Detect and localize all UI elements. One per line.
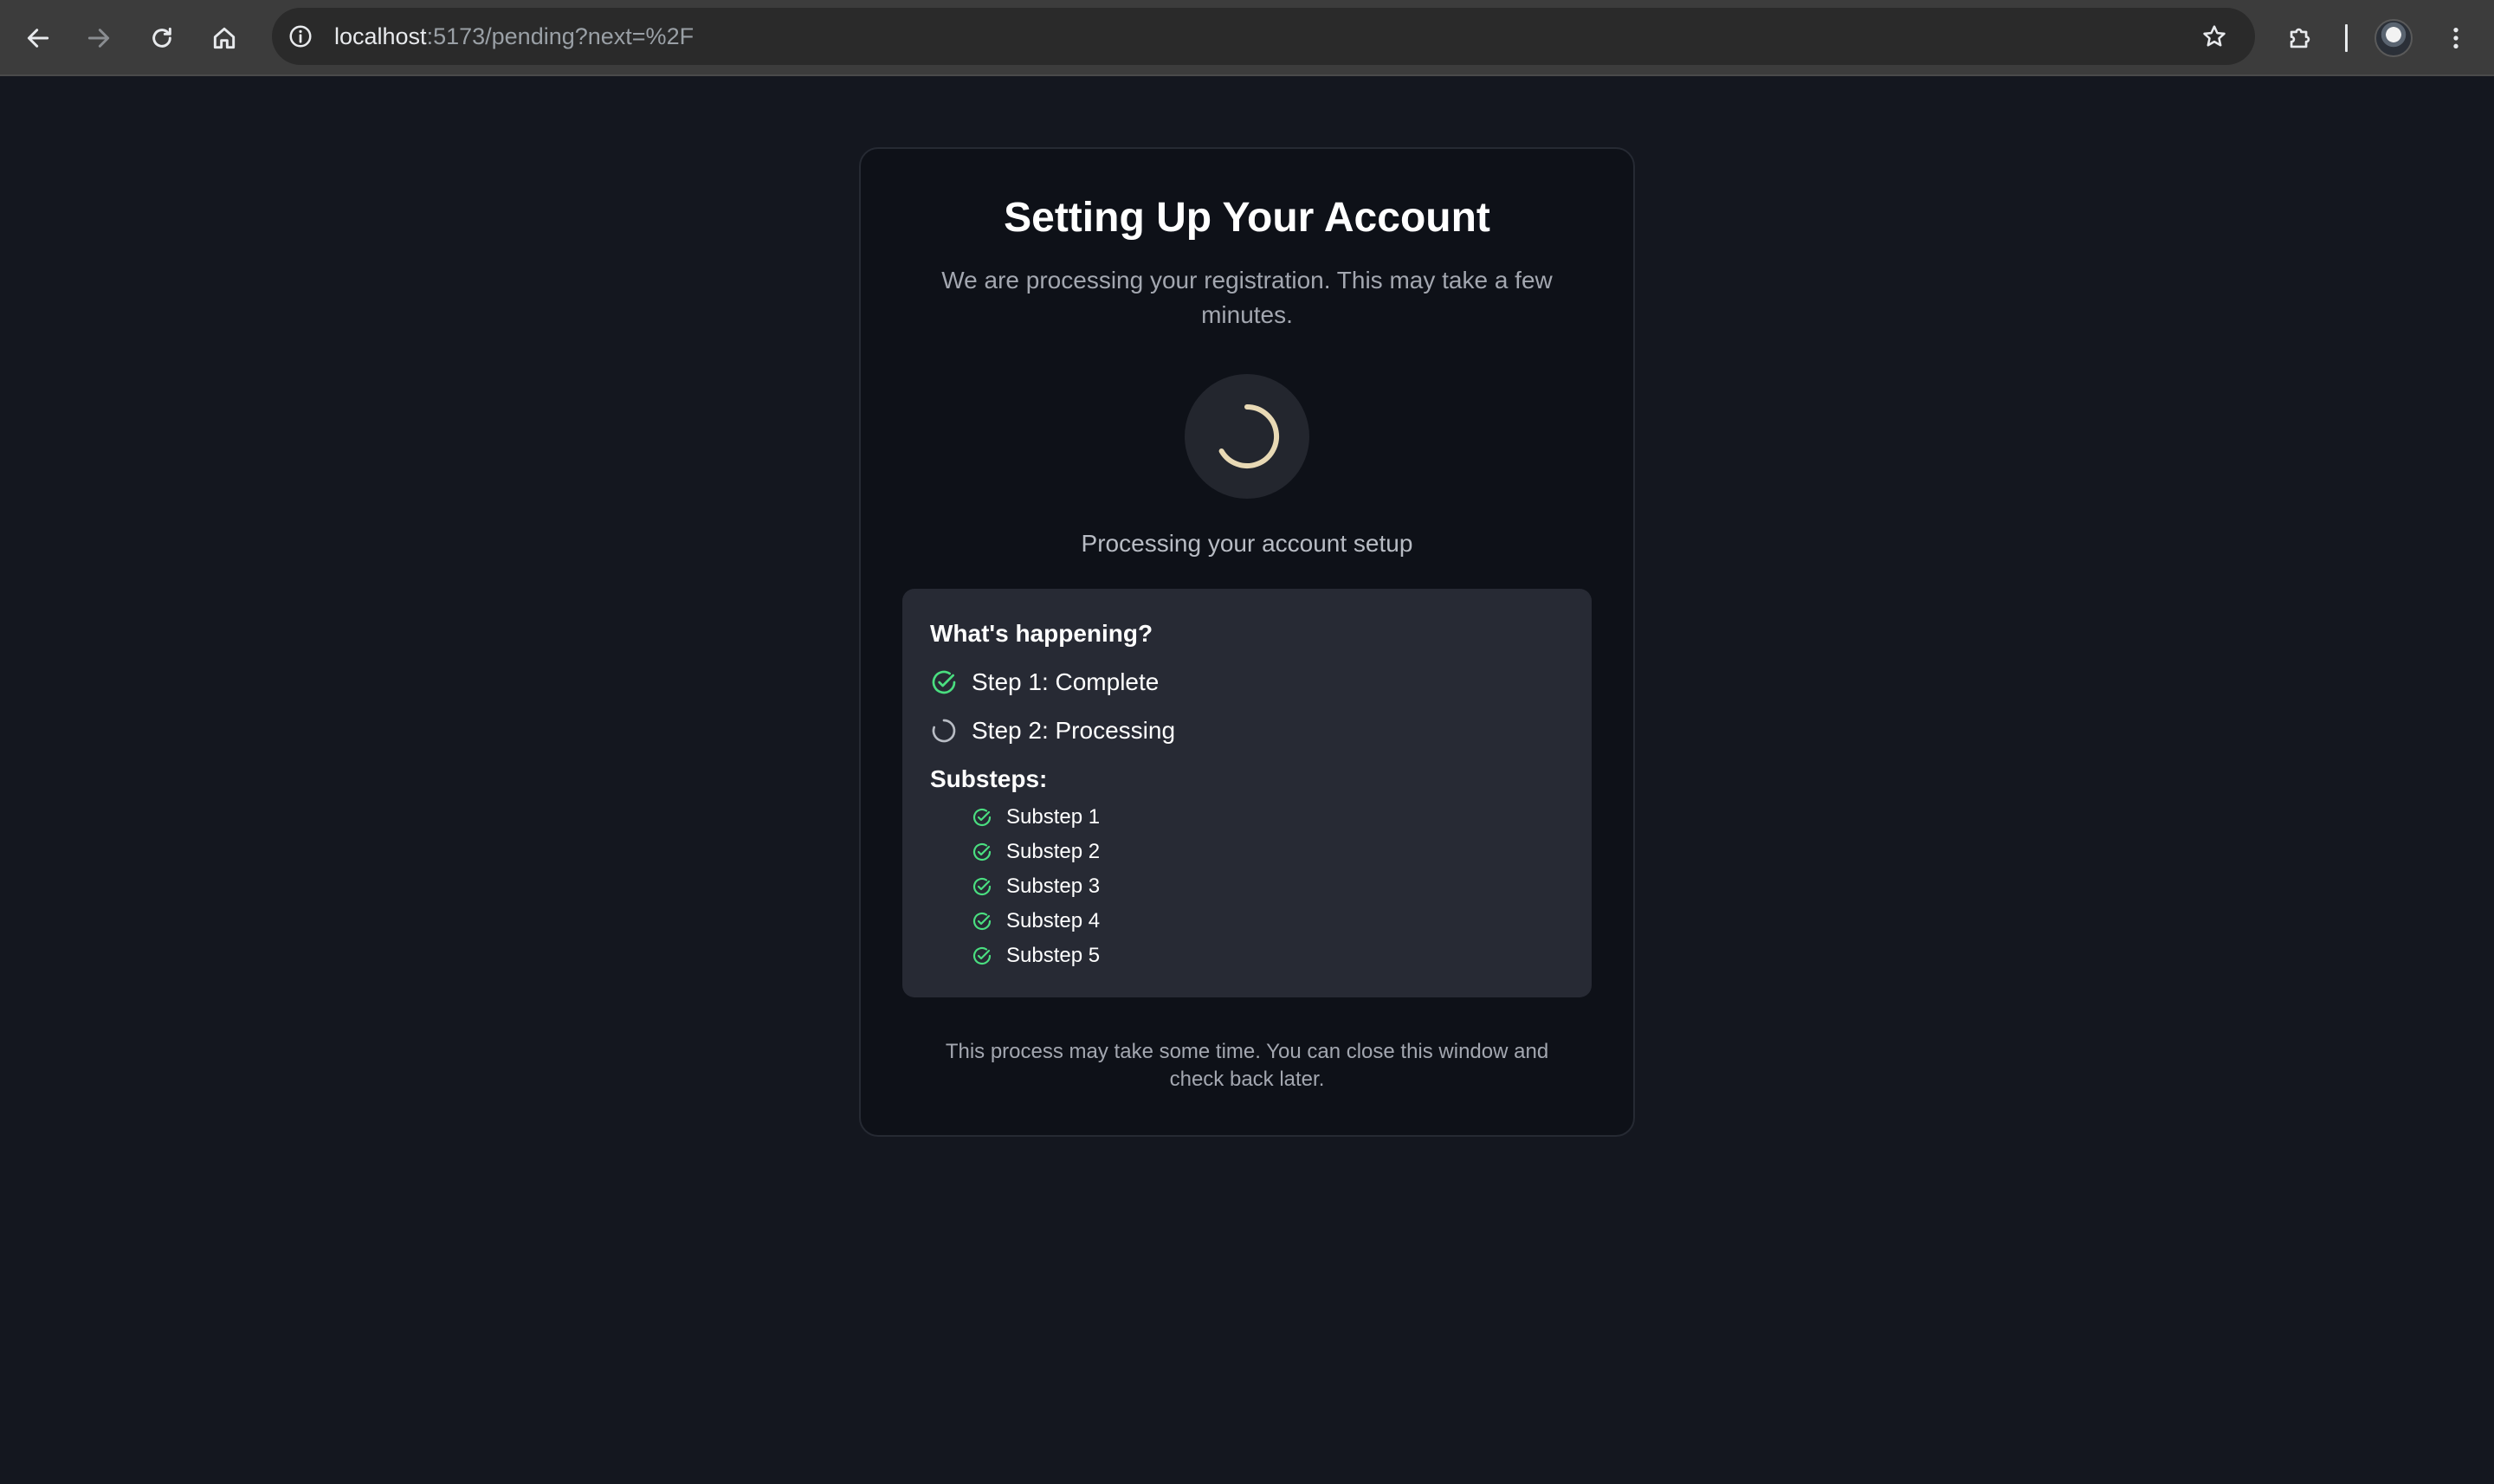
url-text[interactable]: localhost:5173/pending?next=%2F <box>334 8 694 65</box>
step-label: Step 1: Complete <box>972 668 1160 695</box>
kebab-menu-icon <box>2453 28 2458 48</box>
status-text: Processing your account setup <box>1081 530 1413 557</box>
page-title: Setting Up Your Account <box>1004 195 1490 241</box>
check-circle-icon <box>972 842 992 862</box>
back-button[interactable] <box>17 17 59 59</box>
substep-item: Substep 1 <box>972 803 1100 831</box>
arrow-right-icon <box>87 29 110 48</box>
substep-label: Substep 3 <box>1006 874 1101 898</box>
check-circle-icon <box>972 807 992 828</box>
check-circle-icon <box>972 945 992 966</box>
info-icon <box>289 25 312 48</box>
url-path: :5173/pending?next=%2F <box>426 23 695 49</box>
footnote-text: This process may take some time. You can… <box>945 1040 1549 1091</box>
site-info-button[interactable] <box>286 22 315 51</box>
reload-icon <box>152 27 171 48</box>
bookmark-button[interactable] <box>2200 22 2229 51</box>
loading-spinner <box>1185 374 1309 499</box>
check-circle-icon <box>972 876 992 897</box>
home-button[interactable] <box>204 17 245 59</box>
substep-label: Substep 2 <box>1006 840 1101 863</box>
substeps-heading: Substeps: <box>930 765 1048 792</box>
home-icon <box>213 27 236 49</box>
loader-icon <box>930 717 958 745</box>
page-subtitle: We are processing your registration. Thi… <box>941 267 1553 328</box>
substep-item: Substep 5 <box>972 942 1100 970</box>
substep-item: Substep 4 <box>972 907 1100 935</box>
reload-button[interactable] <box>141 17 183 59</box>
forward-button[interactable] <box>78 17 120 59</box>
step-item: Step 2: Processing <box>930 713 1175 748</box>
url-host: localhost <box>334 23 427 49</box>
puzzle-icon <box>2290 28 2310 48</box>
step-item: Step 1: Complete <box>930 665 1159 700</box>
toolbar-divider <box>2345 24 2348 52</box>
spinner-icon <box>1218 404 1280 468</box>
check-circle-icon <box>930 668 958 696</box>
substep-item: Substep 2 <box>972 838 1100 866</box>
substep-label: Substep 5 <box>1006 944 1101 967</box>
profile-avatar[interactable] <box>2374 19 2413 57</box>
panel-heading: What's happening? <box>930 620 1153 647</box>
substep-label: Substep 4 <box>1006 909 1101 932</box>
check-circle-icon <box>972 911 992 932</box>
arrow-left-icon <box>27 29 49 48</box>
substep-label: Substep 1 <box>1006 805 1101 829</box>
star-icon <box>2203 25 2226 47</box>
substep-item: Substep 3 <box>972 873 1100 900</box>
browser-menu-button[interactable] <box>2435 17 2477 59</box>
extensions-button[interactable] <box>2279 17 2321 59</box>
address-bar[interactable]: localhost:5173/pending?next=%2F <box>272 8 2255 65</box>
step-label: Step 2: Processing <box>972 717 1176 744</box>
browser-toolbar: localhost:5173/pending?next=%2F <box>0 0 2494 76</box>
